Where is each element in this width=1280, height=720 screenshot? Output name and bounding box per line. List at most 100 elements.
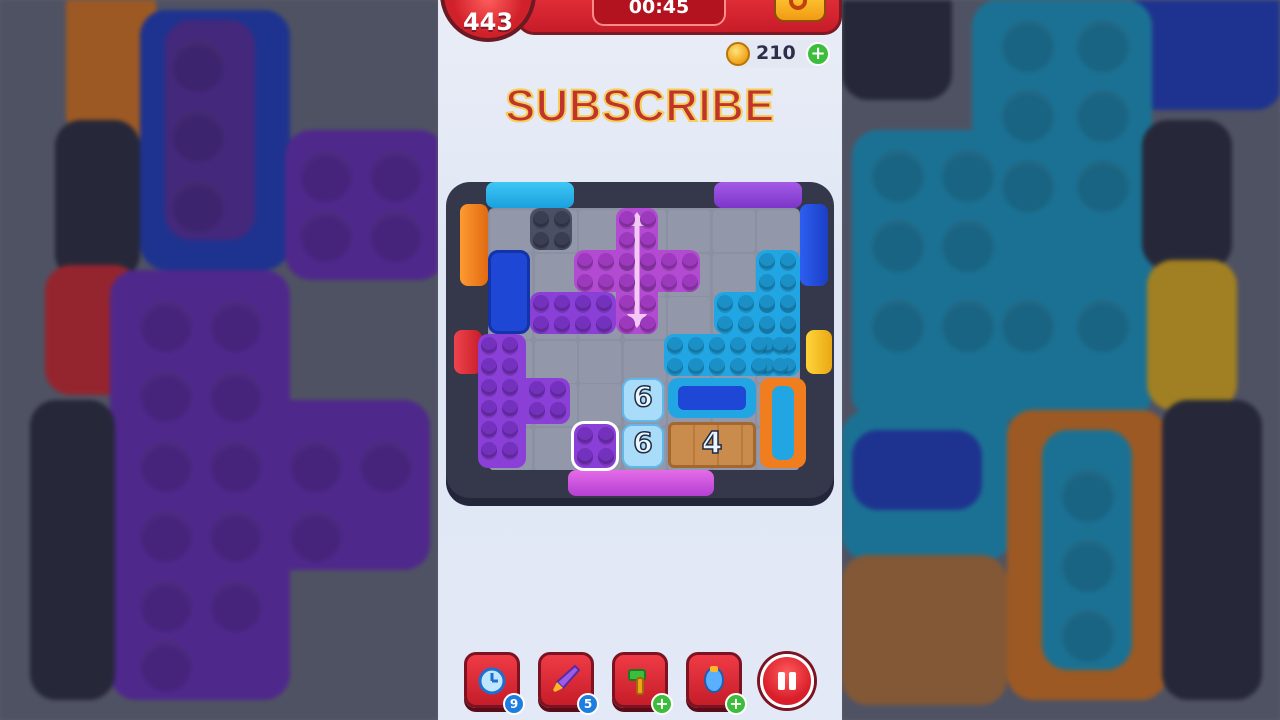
level-number: 443 — [440, 0, 536, 42]
blue-inner-bar[interactable] — [678, 386, 746, 410]
lego-stud — [640, 211, 656, 227]
grid-cell — [534, 427, 577, 470]
lego-stud — [502, 358, 518, 374]
lego-stud — [502, 400, 518, 416]
drag-arrow-icon — [627, 212, 647, 328]
subscribe-overlay-text: SUBSCRIBE — [504, 79, 775, 132]
lego-stud — [619, 211, 635, 227]
pause-icon — [778, 672, 785, 690]
lego-stud — [709, 358, 725, 374]
gear-icon — [789, 0, 807, 10]
add-coins-button[interactable]: + — [806, 42, 830, 66]
lego-stud — [533, 295, 549, 311]
booster-count-badge: 5 — [577, 693, 599, 715]
lego-stud — [481, 442, 497, 458]
game-screen: 443 00:45 210 + SUBSCRIBE 6 6 4 9 5 + + — [0, 0, 1280, 720]
lego-stud — [577, 448, 593, 464]
lego-stud — [550, 402, 566, 418]
vacuum-icon — [704, 666, 724, 693]
exit-gate-right-yellow — [806, 330, 832, 374]
lego-stud — [619, 316, 635, 332]
lego-stud — [759, 253, 775, 269]
hammer-booster-button[interactable]: + — [612, 652, 673, 715]
rocket-booster-button[interactable]: 5 — [538, 652, 599, 715]
lego-stud — [619, 253, 635, 269]
grid-cell — [668, 297, 710, 339]
lego-stud — [502, 442, 518, 458]
lego-stud — [529, 402, 545, 418]
lego-stud — [502, 379, 518, 395]
lego-stud — [554, 295, 570, 311]
lego-stud — [772, 358, 788, 374]
grid-cell — [757, 210, 799, 252]
lego-stud — [751, 358, 767, 374]
lego-stud — [577, 274, 593, 290]
lego-stud — [481, 379, 497, 395]
grid-cell — [579, 210, 621, 252]
lego-stud — [619, 232, 635, 248]
lego-stud — [759, 316, 775, 332]
lego-stud — [502, 421, 518, 437]
cyan-inner-bar[interactable] — [772, 386, 794, 460]
grid-cell — [668, 210, 710, 252]
lego-stud — [667, 358, 683, 374]
booster-count-badge: + — [651, 693, 673, 715]
lego-stud — [730, 358, 746, 374]
grid-cell — [712, 210, 755, 252]
freeze-time-booster-button[interactable]: 9 — [464, 652, 525, 715]
lego-stud — [640, 253, 656, 269]
lego-stud — [554, 316, 570, 332]
lego-stud — [529, 381, 545, 397]
vacuum-booster-button[interactable]: + — [686, 652, 747, 715]
grid-cell — [534, 253, 577, 296]
lego-stud — [780, 295, 796, 311]
top-bar: 443 00:45 — [438, 0, 842, 42]
lego-stud — [533, 211, 549, 227]
lego-stud — [533, 232, 549, 248]
settings-button[interactable] — [774, 0, 826, 22]
lego-stud — [575, 316, 591, 332]
blue-bar-block[interactable] — [488, 250, 530, 334]
countdown-timer: 00:45 — [592, 0, 726, 26]
lego-stud — [667, 337, 683, 353]
lego-stud — [596, 316, 612, 332]
lego-stud — [640, 295, 656, 311]
grid-cell — [579, 340, 621, 383]
lego-stud — [550, 381, 566, 397]
pause-icon — [789, 672, 796, 690]
crate-counter: 4 — [701, 425, 723, 462]
exit-gate-bottom-magenta — [568, 470, 714, 496]
lego-stud — [554, 211, 570, 227]
lego-stud — [688, 337, 704, 353]
grid-cell — [534, 340, 577, 383]
coin-icon — [726, 42, 750, 66]
booster-toolbar: 9 5 + + — [438, 648, 842, 715]
lego-stud — [717, 295, 733, 311]
exit-gate-left-orange — [460, 204, 488, 286]
lego-stud — [772, 337, 788, 353]
lego-stud — [619, 274, 635, 290]
grid-cell — [623, 340, 666, 383]
lego-stud — [780, 316, 796, 332]
lego-stud — [481, 400, 497, 416]
grid-cell — [579, 384, 621, 426]
exit-gate-right-blue — [800, 204, 828, 286]
lego-stud — [502, 337, 518, 353]
booster-count-badge: + — [725, 693, 747, 715]
exit-gate-top-purple — [714, 182, 802, 208]
pause-button[interactable] — [760, 654, 814, 708]
lego-stud — [533, 316, 549, 332]
lego-stud — [640, 316, 656, 332]
lego-stud — [481, 358, 497, 374]
lego-stud — [709, 337, 725, 353]
lego-stud — [751, 337, 767, 353]
lego-stud — [640, 232, 656, 248]
puzzle-board: 6 6 4 — [446, 182, 834, 498]
game-view: 443 00:45 210 + SUBSCRIBE 6 6 4 9 5 + + — [438, 0, 842, 720]
lego-stud — [661, 274, 677, 290]
lego-stud — [759, 274, 775, 290]
rocket-icon — [553, 664, 581, 692]
ice-counter-top: 6 — [633, 379, 654, 414]
lego-stud — [730, 337, 746, 353]
lego-stud — [682, 274, 698, 290]
